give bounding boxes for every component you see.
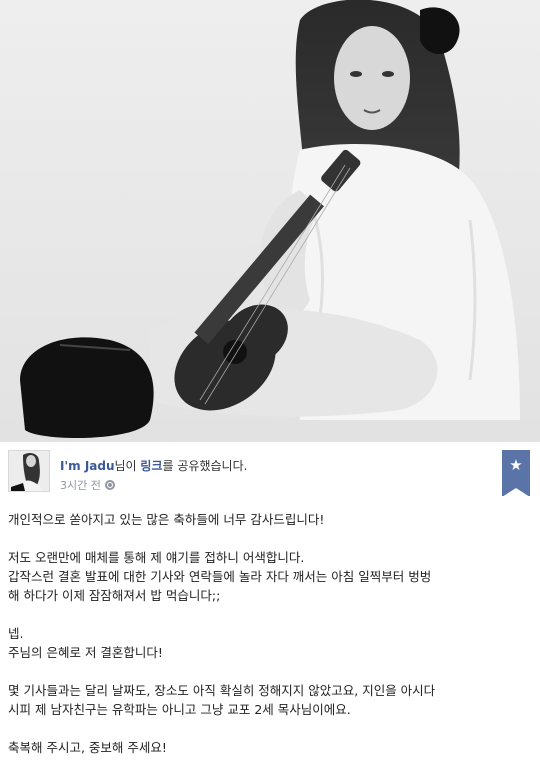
- avatar-image: [9, 451, 49, 491]
- post-photo[interactable]: [0, 0, 540, 442]
- post-meta: 3시간 전: [60, 477, 115, 493]
- paragraph-2-line-2: 갑작스런 결혼 발표에 대한 기사와 연락들에 놀라 자다 깨서는 아침 일찍부…: [8, 569, 432, 584]
- paragraph-4-line-2: 시피 제 남자친구는 유학파는 아니고 그냥 교포 2세 목사님이에요.: [8, 702, 351, 717]
- paragraph-3-line-2: 주님의 은혜로 저 결혼합니다!: [8, 645, 163, 660]
- action-text: 를 공유했습니다.: [162, 459, 248, 473]
- paragraph-3-line-1: 넵.: [8, 626, 24, 641]
- paragraph-5-line-1: 축복해 주시고, 중보해 주세요!: [8, 740, 167, 755]
- post-body: 개인적으로 쏟아지고 있는 많은 축하들에 너무 감사드립니다! 저도 오랜만에…: [8, 510, 524, 757]
- facebook-post: I'm Jadu님이 링크를 공유했습니다. 3시간 전 ★ 개인적으로 쏟아지…: [0, 442, 540, 773]
- avatar[interactable]: [8, 450, 50, 492]
- photo-illustration: [0, 0, 540, 442]
- story-line: I'm Jadu님이 링크를 공유했습니다.: [60, 457, 247, 474]
- author-name-link[interactable]: I'm Jadu: [60, 459, 115, 473]
- star-icon: ★: [509, 456, 523, 474]
- globe-icon[interactable]: [104, 480, 115, 490]
- post-header: I'm Jadu님이 링크를 공유했습니다. 3시간 전 ★: [8, 450, 540, 497]
- timestamp-link[interactable]: 3시간 전: [60, 477, 101, 493]
- paragraph-2-line-3: 해 하다가 이제 잠잠해져서 밥 먹습니다;;: [8, 588, 221, 603]
- shared-link[interactable]: 링크: [140, 459, 162, 473]
- paragraph-1-line-1: 개인적으로 쏟아지고 있는 많은 축하들에 너무 감사드립니다!: [8, 512, 325, 527]
- highlight-star-button[interactable]: ★: [502, 450, 530, 497]
- paragraph-4-line-1: 몇 기사들과는 달리 날짜도, 장소도 아직 확실히 정해지지 않았고요, 지인…: [8, 683, 436, 698]
- paragraph-2-line-1: 저도 오랜만에 매체를 통해 제 얘기를 접하니 어색합니다.: [8, 550, 305, 565]
- author-suffix: 님이: [114, 459, 141, 473]
